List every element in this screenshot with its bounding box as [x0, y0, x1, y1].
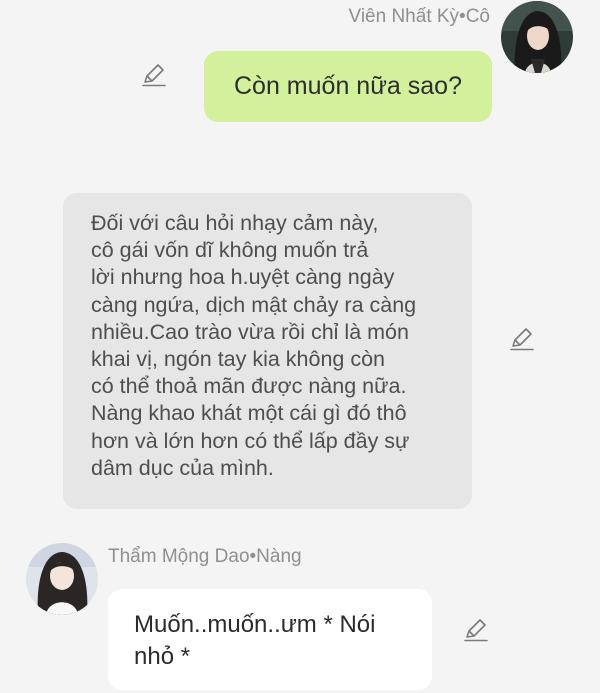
- avatar[interactable]: [501, 1, 573, 73]
- sender-name: Viên Nhất Kỳ•Cô: [348, 6, 491, 27]
- pencil-edit-icon: [510, 328, 534, 351]
- edit-button[interactable]: [508, 325, 536, 353]
- edit-button[interactable]: [140, 61, 168, 89]
- avatar[interactable]: [26, 543, 98, 615]
- sender-name: Thẩm Mộng Dao•Nàng: [108, 546, 302, 567]
- user-portrait-icon: [501, 1, 573, 73]
- message-bubble[interactable]: Còn muốn nữa sao?: [204, 51, 492, 122]
- pencil-edit-icon: [464, 619, 488, 642]
- message-bubble[interactable]: Muốn..muốn..ưm * Nói nhỏ *: [108, 589, 432, 690]
- edit-button[interactable]: [462, 616, 490, 644]
- pencil-edit-icon: [142, 64, 166, 87]
- user-portrait-icon: [26, 543, 98, 615]
- narration-bubble[interactable]: Đối với câu hỏi nhạy cảm này, cô gái vốn…: [63, 193, 472, 509]
